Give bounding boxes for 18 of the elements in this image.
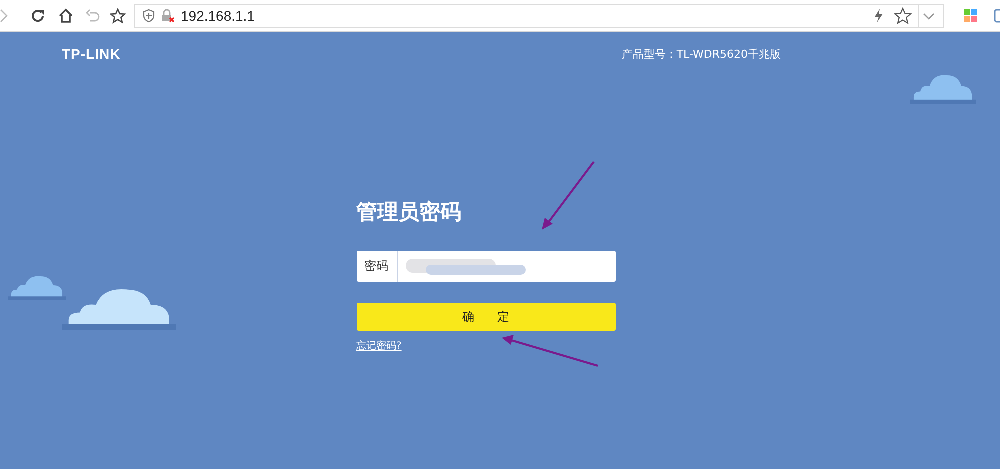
arrow-annotation	[540, 160, 596, 232]
reload-icon[interactable]	[30, 8, 46, 24]
address-text: 192.168.1.1	[181, 8, 255, 24]
bookmark-star-icon[interactable]	[894, 6, 912, 24]
login-title: 管理员密码	[356, 199, 462, 226]
confirm-button[interactable]: 确 定	[356, 303, 616, 331]
star-icon[interactable]	[110, 8, 126, 24]
apps-icon[interactable]	[964, 8, 978, 22]
brand-logo: TP-LINK	[62, 46, 121, 62]
password-field[interactable]: 密码	[356, 251, 616, 282]
shield-icon	[143, 8, 155, 22]
address-bar[interactable]: 192.168.1.1	[134, 4, 944, 28]
forgot-password-link[interactable]: 忘记密码?	[356, 339, 402, 353]
insecure-lock-icon	[161, 8, 175, 22]
model-label: 产品型号：TL-WDR5620千兆版	[622, 46, 781, 62]
home-icon[interactable]	[58, 8, 74, 24]
field-label: 密码	[356, 251, 398, 282]
lightning-icon[interactable]	[874, 8, 884, 22]
